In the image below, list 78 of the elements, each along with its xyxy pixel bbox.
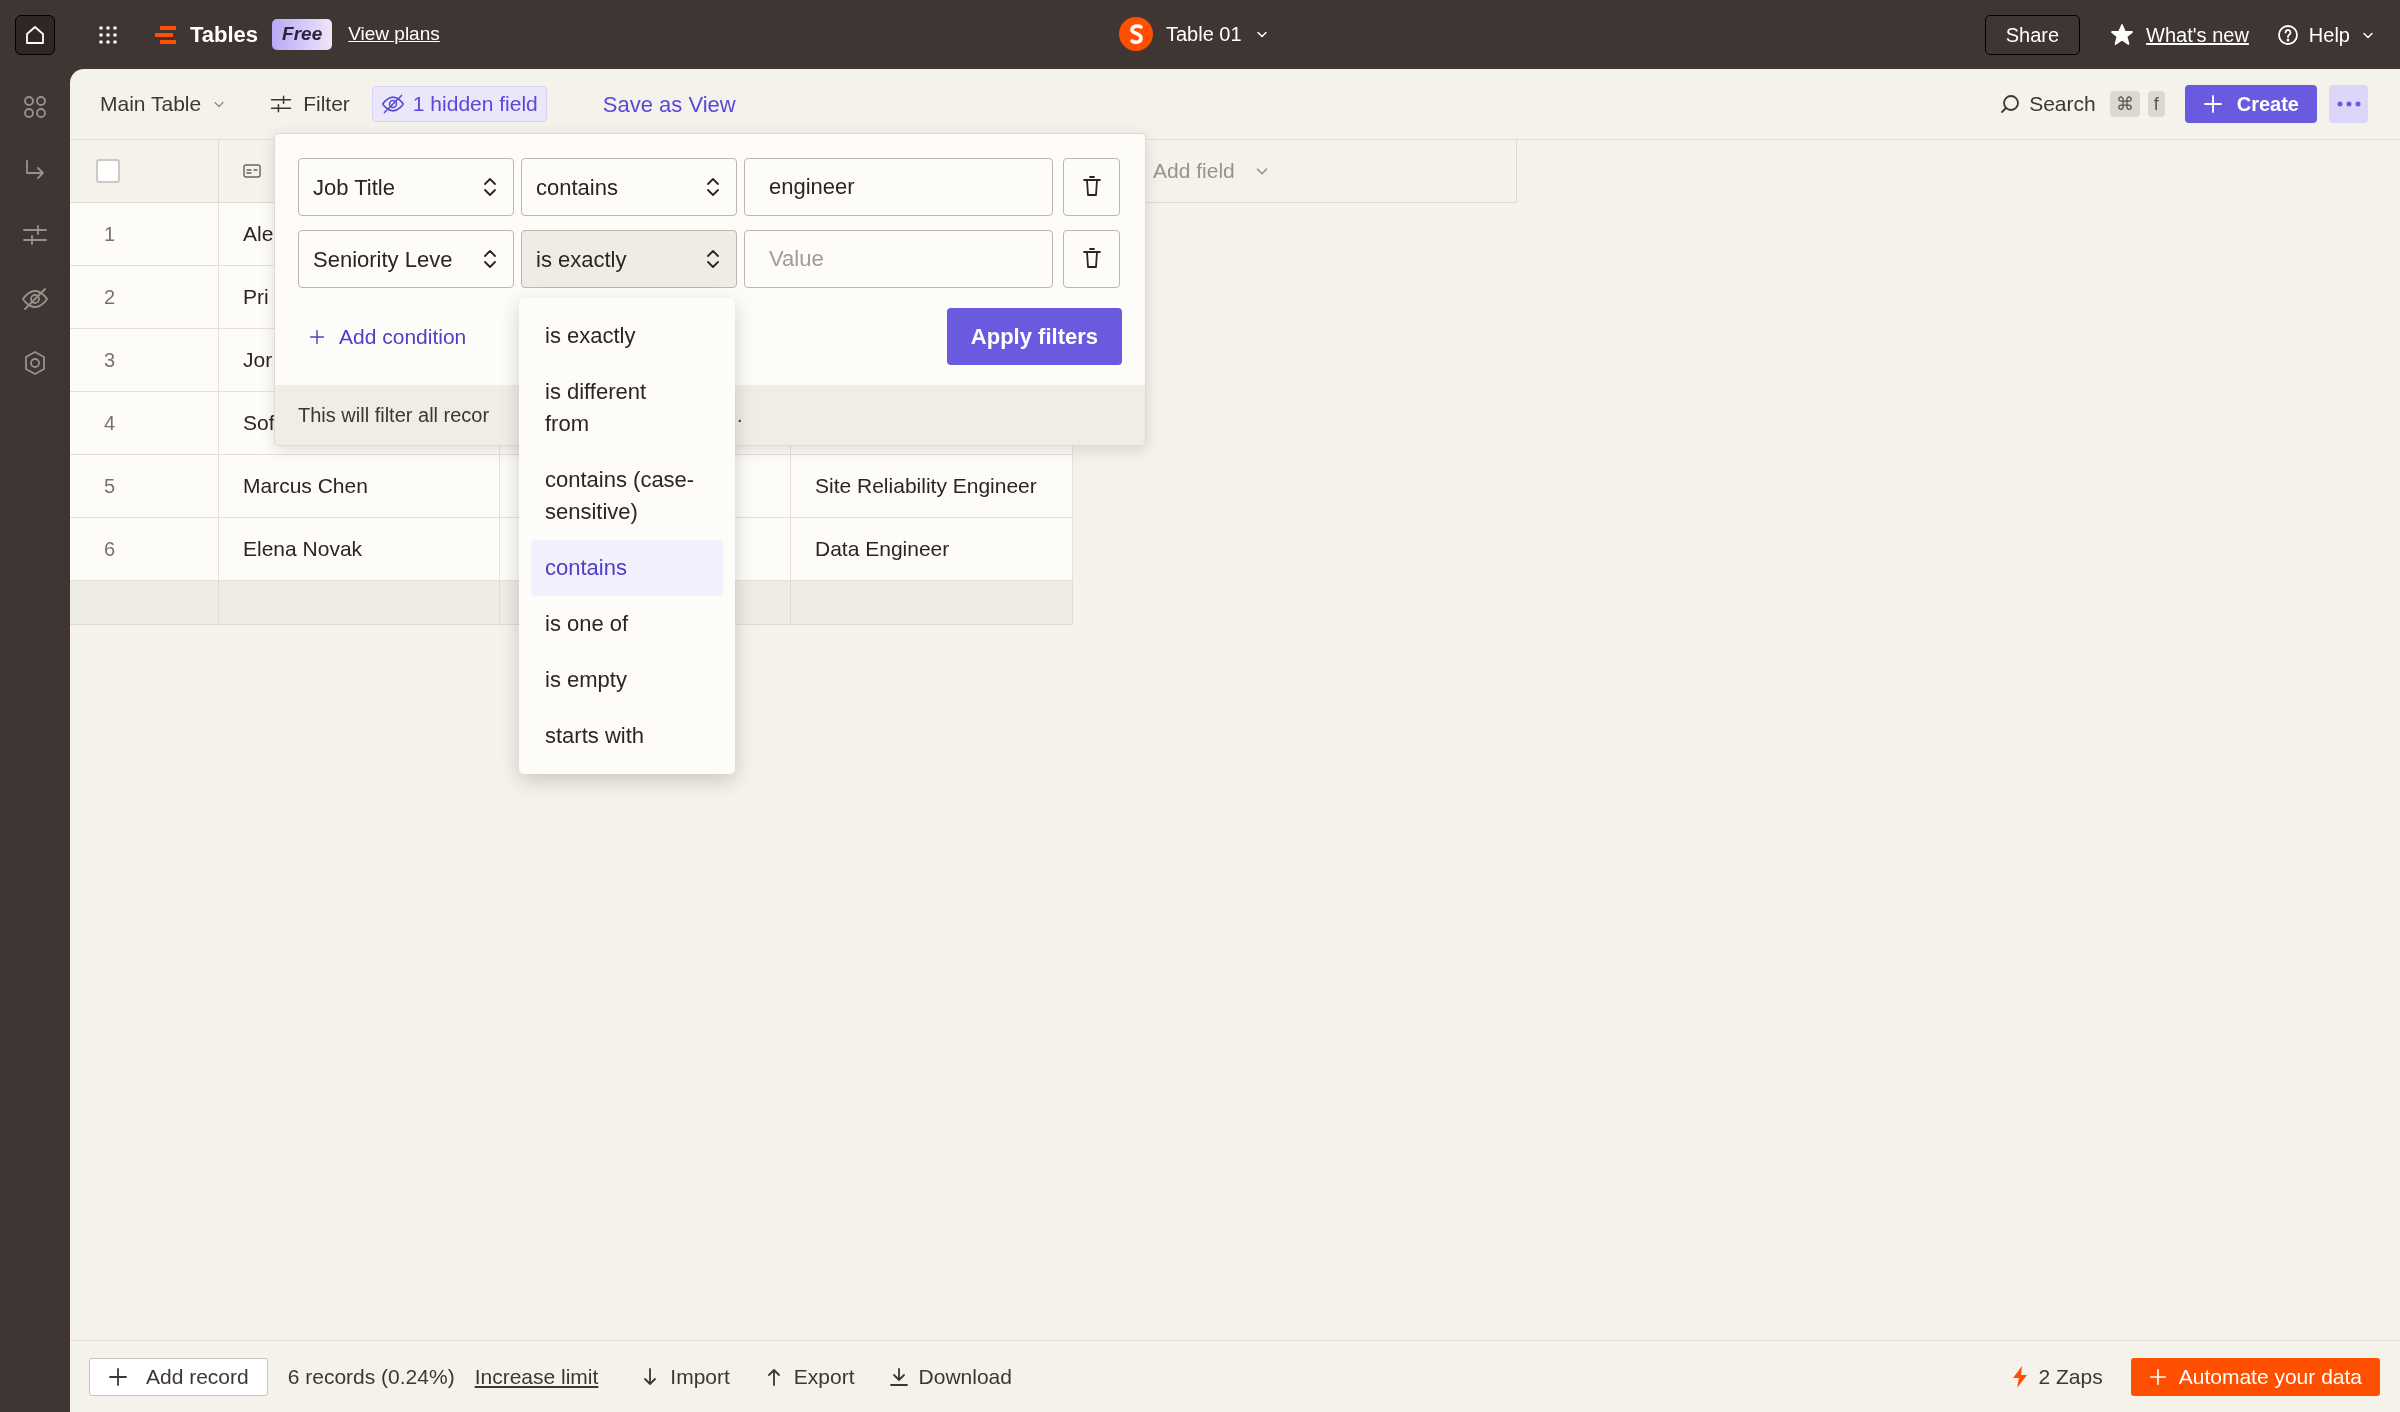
trash-icon — [1080, 248, 1103, 270]
increase-limit-link[interactable]: Increase limit — [474, 1360, 599, 1393]
row-number: 1 — [104, 222, 116, 247]
filter-note: This will filter all recor — [298, 403, 490, 428]
field-select[interactable]: Job Title — [298, 158, 514, 216]
row-number: 2 — [104, 285, 116, 310]
table-cell-text: Site Reliability Engineer — [815, 473, 1037, 500]
operator-option[interactable]: is one of — [531, 596, 723, 652]
app-name: Tables — [190, 21, 259, 49]
operator-option[interactable]: contains (case-sensitive) — [531, 452, 723, 540]
operator-option[interactable]: is exactly — [531, 308, 723, 364]
operator-option[interactable]: contains — [531, 540, 723, 596]
help-button[interactable]: Help — [2276, 19, 2376, 50]
add-condition-button[interactable]: Add condition — [309, 320, 467, 353]
shortcut-key: f — [2147, 91, 2165, 117]
search-icon — [1999, 93, 2022, 115]
search-button[interactable]: Search — [1999, 88, 2096, 120]
row-number: 3 — [104, 348, 116, 373]
table-cell-text: Pri — [243, 284, 269, 311]
save-as-view-button[interactable]: Save as View — [602, 87, 736, 121]
add-record-button[interactable]: Add record — [89, 1357, 268, 1396]
value-field[interactable]: engineer — [744, 158, 1053, 216]
delete-button[interactable] — [1063, 158, 1120, 216]
plus-icon — [108, 1366, 128, 1387]
operator-option[interactable]: starts with — [531, 708, 723, 764]
delete-button[interactable] — [1063, 230, 1120, 288]
zaps-button[interactable]: 2 Zaps — [2010, 1360, 2103, 1393]
table-cell-text: Sof — [243, 410, 275, 437]
select-all-checkbox[interactable] — [96, 159, 120, 183]
operator-option[interactable]: is different from — [531, 364, 723, 452]
table-cell-text: Data Engineer — [815, 536, 950, 563]
bolt-icon — [2010, 1364, 2029, 1389]
value-field[interactable]: Value — [744, 230, 1053, 288]
table-cell-text: Marcus Chen — [243, 473, 368, 500]
apps-grid-icon[interactable] — [97, 23, 119, 46]
row-number: 4 — [104, 411, 116, 436]
view-plans-link[interactable]: View plans — [348, 20, 440, 49]
download-icon — [888, 1366, 909, 1387]
filter-note: . — [737, 403, 743, 428]
more-button[interactable] — [2329, 85, 2368, 123]
import-button[interactable]: Import — [640, 1360, 730, 1393]
eye-slash-icon — [380, 92, 405, 116]
share-button[interactable]: Share — [1984, 14, 2081, 55]
logo-icon — [154, 24, 178, 45]
plus-icon — [309, 328, 325, 345]
filter-button[interactable]: Filter — [269, 88, 350, 120]
operator-select[interactable]: is exactly — [521, 230, 737, 288]
table-name-dropdown[interactable]: Table 01 — [1118, 16, 1270, 52]
swirl-logo-icon — [1118, 16, 1154, 52]
hidden-fields-button[interactable]: 1 hidden field — [371, 86, 547, 122]
view-dropdown[interactable]: Main Table — [100, 88, 228, 120]
shortcut-key: ⌘ — [2109, 91, 2140, 117]
more-icon — [2336, 101, 2361, 107]
whats-new-link[interactable]: What's new — [2110, 19, 2249, 50]
plus-icon — [2202, 94, 2223, 114]
table-cell-text: Ale — [243, 221, 274, 248]
plus-icon — [2148, 1367, 2167, 1386]
field-select[interactable]: Seniority Leve — [298, 230, 514, 288]
home-icon — [24, 23, 46, 46]
home-button[interactable] — [15, 14, 55, 55]
plan-badge: Free — [272, 19, 333, 50]
row-number: 6 — [104, 537, 116, 562]
nodes-icon[interactable] — [21, 93, 49, 121]
download-button[interactable]: Download — [888, 1360, 1012, 1393]
create-button[interactable]: Create — [2184, 85, 2317, 123]
id-card-icon — [243, 164, 261, 178]
operator-option[interactable]: is empty — [531, 652, 723, 708]
operator-select[interactable]: contains — [521, 158, 737, 216]
record-count: 6 records (0.24%) — [287, 1363, 455, 1390]
export-button[interactable]: Export — [763, 1360, 855, 1393]
trash-icon — [1080, 176, 1103, 198]
apply-filters-button[interactable]: Apply filters — [946, 308, 1122, 365]
table-cell-text: Jor — [243, 347, 273, 374]
eye-slash-icon[interactable] — [21, 285, 49, 313]
help-icon — [2276, 23, 2299, 46]
table-cell-text: Elena Novak — [243, 536, 363, 563]
star-icon — [2110, 22, 2135, 47]
row-number: 5 — [104, 474, 116, 499]
